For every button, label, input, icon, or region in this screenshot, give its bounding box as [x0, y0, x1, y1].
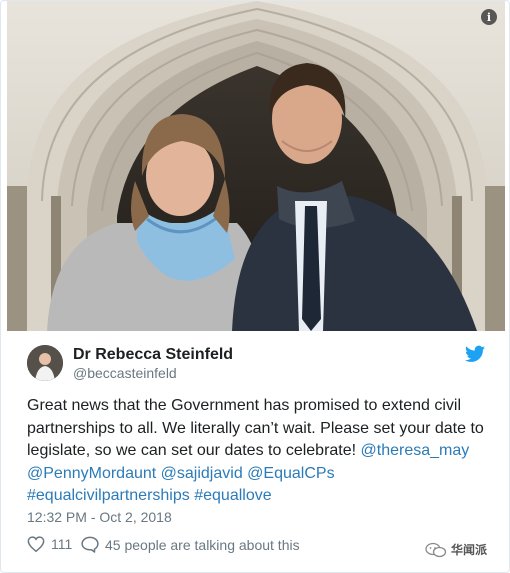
mention-equal-cps[interactable]: @EqualCPs	[247, 465, 334, 482]
photo-illustration	[7, 1, 505, 331]
speech-bubble-icon	[81, 536, 99, 553]
author-name[interactable]: Dr Rebecca Steinfeld	[73, 346, 233, 364]
tweet-photo[interactable]: i	[7, 1, 505, 331]
author-handle[interactable]: @beccasteinfeld	[73, 365, 177, 381]
avatar[interactable]	[27, 345, 63, 381]
tweet-timestamp[interactable]: 12:32 PM - Oct 2, 2018	[27, 509, 172, 525]
conversation-label: 45 people are talking about this	[105, 536, 300, 553]
wechat-icon	[425, 542, 447, 557]
twitter-bird-icon[interactable]	[465, 345, 485, 363]
info-icon[interactable]: i	[481, 9, 497, 25]
tweet-card: i Dr Rebecca Steinfeld @beccasteinfeld G…	[0, 0, 510, 573]
avatar-image	[27, 345, 63, 381]
heart-icon	[27, 536, 45, 552]
tweet-text: Great news that the Government has promi…	[27, 395, 497, 508]
hashtag-equal-love[interactable]: #equallove	[194, 487, 271, 504]
tweet-author: Dr Rebecca Steinfeld @beccasteinfeld	[27, 343, 487, 383]
watermark: 华闻派	[425, 541, 487, 558]
mention-theresa-may[interactable]: @theresa_may	[361, 442, 470, 459]
like-button[interactable]: 111	[27, 536, 72, 552]
conversation-button[interactable]: 45 people are talking about this	[81, 536, 300, 553]
watermark-text: 华闻派	[450, 543, 487, 557]
mention-sajid-javid[interactable]: @sajidjavid	[161, 465, 243, 482]
hashtag-equal-civil-partnerships[interactable]: #equalcivilpartnerships	[27, 487, 190, 504]
mention-penny-mordaunt[interactable]: @PennyMordaunt	[27, 465, 156, 482]
like-count: 111	[51, 536, 73, 552]
